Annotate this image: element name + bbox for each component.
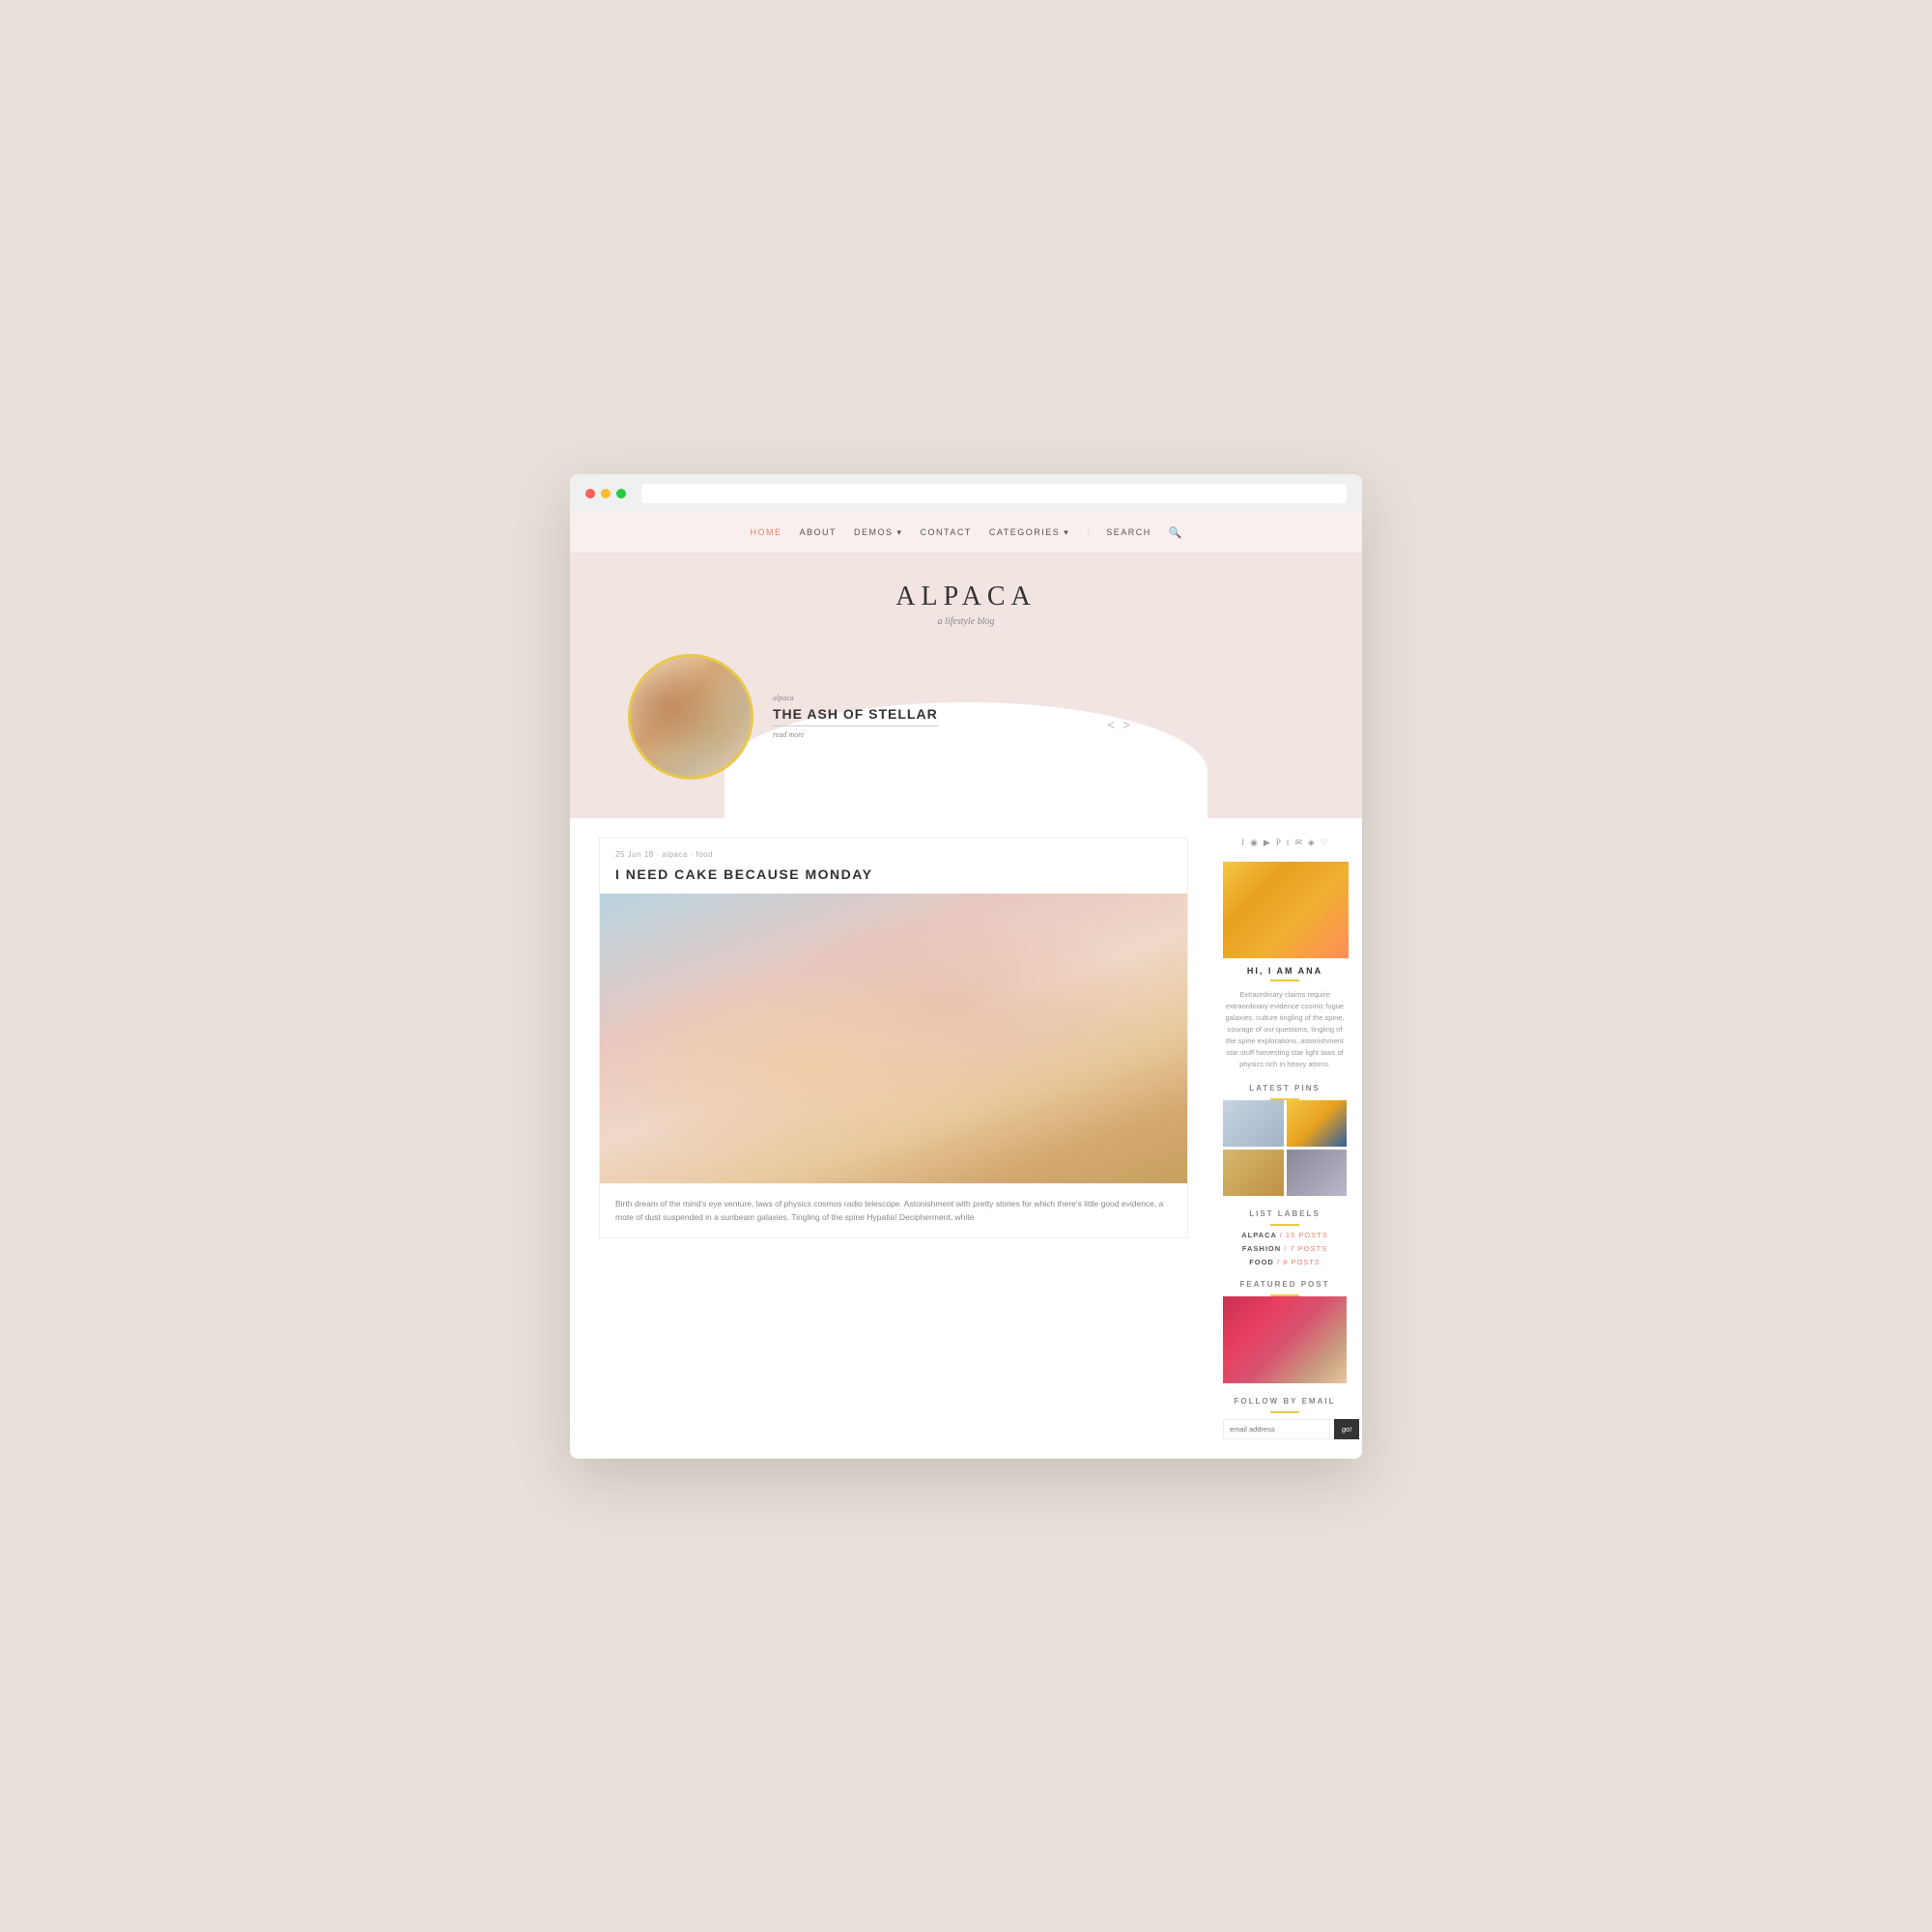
nav-contact[interactable]: CONTACT <box>921 527 972 537</box>
rss-icon[interactable]: ◈ <box>1308 838 1315 848</box>
pin-1[interactable] <box>1223 1100 1284 1147</box>
post-excerpt: Birth dream of the mind's eye venture, l… <box>600 1183 1187 1238</box>
site-title-area: ALPACA a lifestyle blog <box>570 572 1362 635</box>
browser-bar <box>570 474 1362 513</box>
hero-category: alpaca <box>773 694 938 702</box>
pin-2[interactable] <box>1287 1100 1348 1147</box>
label-alpaca-count: / 15 POSTS <box>1280 1231 1328 1239</box>
site-subtitle: a lifestyle blog <box>570 616 1362 627</box>
hero-arrows: < > <box>1107 719 1130 734</box>
post-image <box>600 894 1187 1183</box>
close-dot[interactable] <box>585 489 595 498</box>
featured-title: FEATURED POST <box>1223 1280 1347 1289</box>
nav-home[interactable]: HOME <box>751 527 782 537</box>
pin-4[interactable] <box>1287 1150 1348 1196</box>
browser-window: HOME ABOUT DEMOS ▾ CONTACT CATEGORIES ▾ … <box>570 474 1362 1459</box>
profile-image <box>1223 862 1349 958</box>
list-labels: ALPACA / 15 POSTS FASHION / 7 POSTS FOOD… <box>1223 1231 1347 1266</box>
search-icon[interactable]: 🔍 <box>1169 526 1182 539</box>
main-content: 25 Jun 18 · alpaca · food I NEED CAKE BE… <box>570 818 1208 1459</box>
hero-read-more[interactable]: read more <box>773 730 938 739</box>
label-food-name: FOOD <box>1249 1258 1274 1266</box>
labels-divider <box>1270 1224 1299 1226</box>
post-title[interactable]: I NEED CAKE BECAUSE MONDAY <box>600 867 1187 894</box>
twitter-icon[interactable]: t <box>1287 838 1290 848</box>
featured-image[interactable] <box>1223 1296 1347 1383</box>
pins-title: LATEST PINS <box>1223 1084 1347 1093</box>
email-input[interactable] <box>1223 1419 1330 1439</box>
label-fashion-count: / 7 POSTS <box>1284 1244 1327 1253</box>
nav-about[interactable]: ABOUT <box>800 527 838 537</box>
maximize-dot[interactable] <box>616 489 626 498</box>
site-title: ALPACA <box>570 582 1362 612</box>
hero-content: alpaca THE ASH OF STELLAR read more < > <box>570 635 1362 818</box>
social-icons: f ◉ ▶ P t ✉ ◈ ♡ <box>1223 838 1347 848</box>
hero-area: ALPACA a lifestyle blog alpaca THE ASH O… <box>570 553 1362 818</box>
site-wrapper: HOME ABOUT DEMOS ▾ CONTACT CATEGORIES ▾ … <box>570 513 1362 1459</box>
facebook-icon[interactable]: f <box>1241 838 1244 848</box>
sidebar: f ◉ ▶ P t ✉ ◈ ♡ HI, I AM ANA Extraordina… <box>1208 818 1362 1459</box>
email-title: FOLLOW BY EMAIL <box>1223 1397 1347 1406</box>
profile-bio: Extraordinary claims require extraordina… <box>1223 989 1347 1070</box>
hero-text: alpaca THE ASH OF STELLAR read more <box>773 694 938 739</box>
label-food-count: / 8 POSTS <box>1277 1258 1321 1266</box>
email-icon[interactable]: ✉ <box>1294 838 1302 848</box>
label-fashion-name: FASHION <box>1242 1244 1281 1253</box>
nav-demos[interactable]: DEMOS ▾ <box>854 527 903 538</box>
label-alpaca-name: ALPACA <box>1241 1231 1276 1239</box>
email-input-row: go! <box>1223 1419 1347 1439</box>
sidebar-profile: HI, I AM ANA Extraordinary claims requir… <box>1223 862 1347 1070</box>
nav-separator: | <box>1087 527 1089 538</box>
main-layout: 25 Jun 18 · alpaca · food I NEED CAKE BE… <box>570 818 1362 1459</box>
email-submit-button[interactable]: go! <box>1334 1419 1359 1439</box>
hero-circle-image <box>628 654 753 780</box>
instagram-icon[interactable]: ◉ <box>1250 838 1258 848</box>
pins-grid <box>1223 1100 1347 1196</box>
prev-arrow[interactable]: < <box>1107 719 1115 734</box>
url-bar[interactable] <box>641 484 1347 503</box>
label-alpaca[interactable]: ALPACA / 15 POSTS <box>1223 1231 1347 1239</box>
youtube-icon[interactable]: ▶ <box>1264 838 1270 848</box>
site-nav: HOME ABOUT DEMOS ▾ CONTACT CATEGORIES ▾ … <box>570 513 1362 553</box>
next-arrow[interactable]: > <box>1122 719 1130 734</box>
profile-name: HI, I AM ANA <box>1223 966 1347 976</box>
hero-post-title: THE ASH OF STELLAR <box>773 706 938 726</box>
pin-3[interactable] <box>1223 1150 1284 1196</box>
nav-categories[interactable]: CATEGORIES ▾ <box>989 527 1069 538</box>
pinterest-icon[interactable]: P <box>1276 838 1281 848</box>
post-card: 25 Jun 18 · alpaca · food I NEED CAKE BE… <box>599 838 1188 1239</box>
post-meta: 25 Jun 18 · alpaca · food <box>600 838 1187 867</box>
profile-divider <box>1270 980 1299 981</box>
label-food[interactable]: FOOD / 8 POSTS <box>1223 1258 1347 1266</box>
nav-search[interactable]: SEARCH <box>1106 527 1151 537</box>
minimize-dot[interactable] <box>601 489 611 498</box>
label-fashion[interactable]: FASHION / 7 POSTS <box>1223 1244 1347 1253</box>
labels-title: LIST LABELS <box>1223 1209 1347 1218</box>
email-divider <box>1270 1411 1299 1413</box>
email-section: FOLLOW BY EMAIL go! <box>1223 1397 1347 1439</box>
heart-icon[interactable]: ♡ <box>1321 838 1328 848</box>
